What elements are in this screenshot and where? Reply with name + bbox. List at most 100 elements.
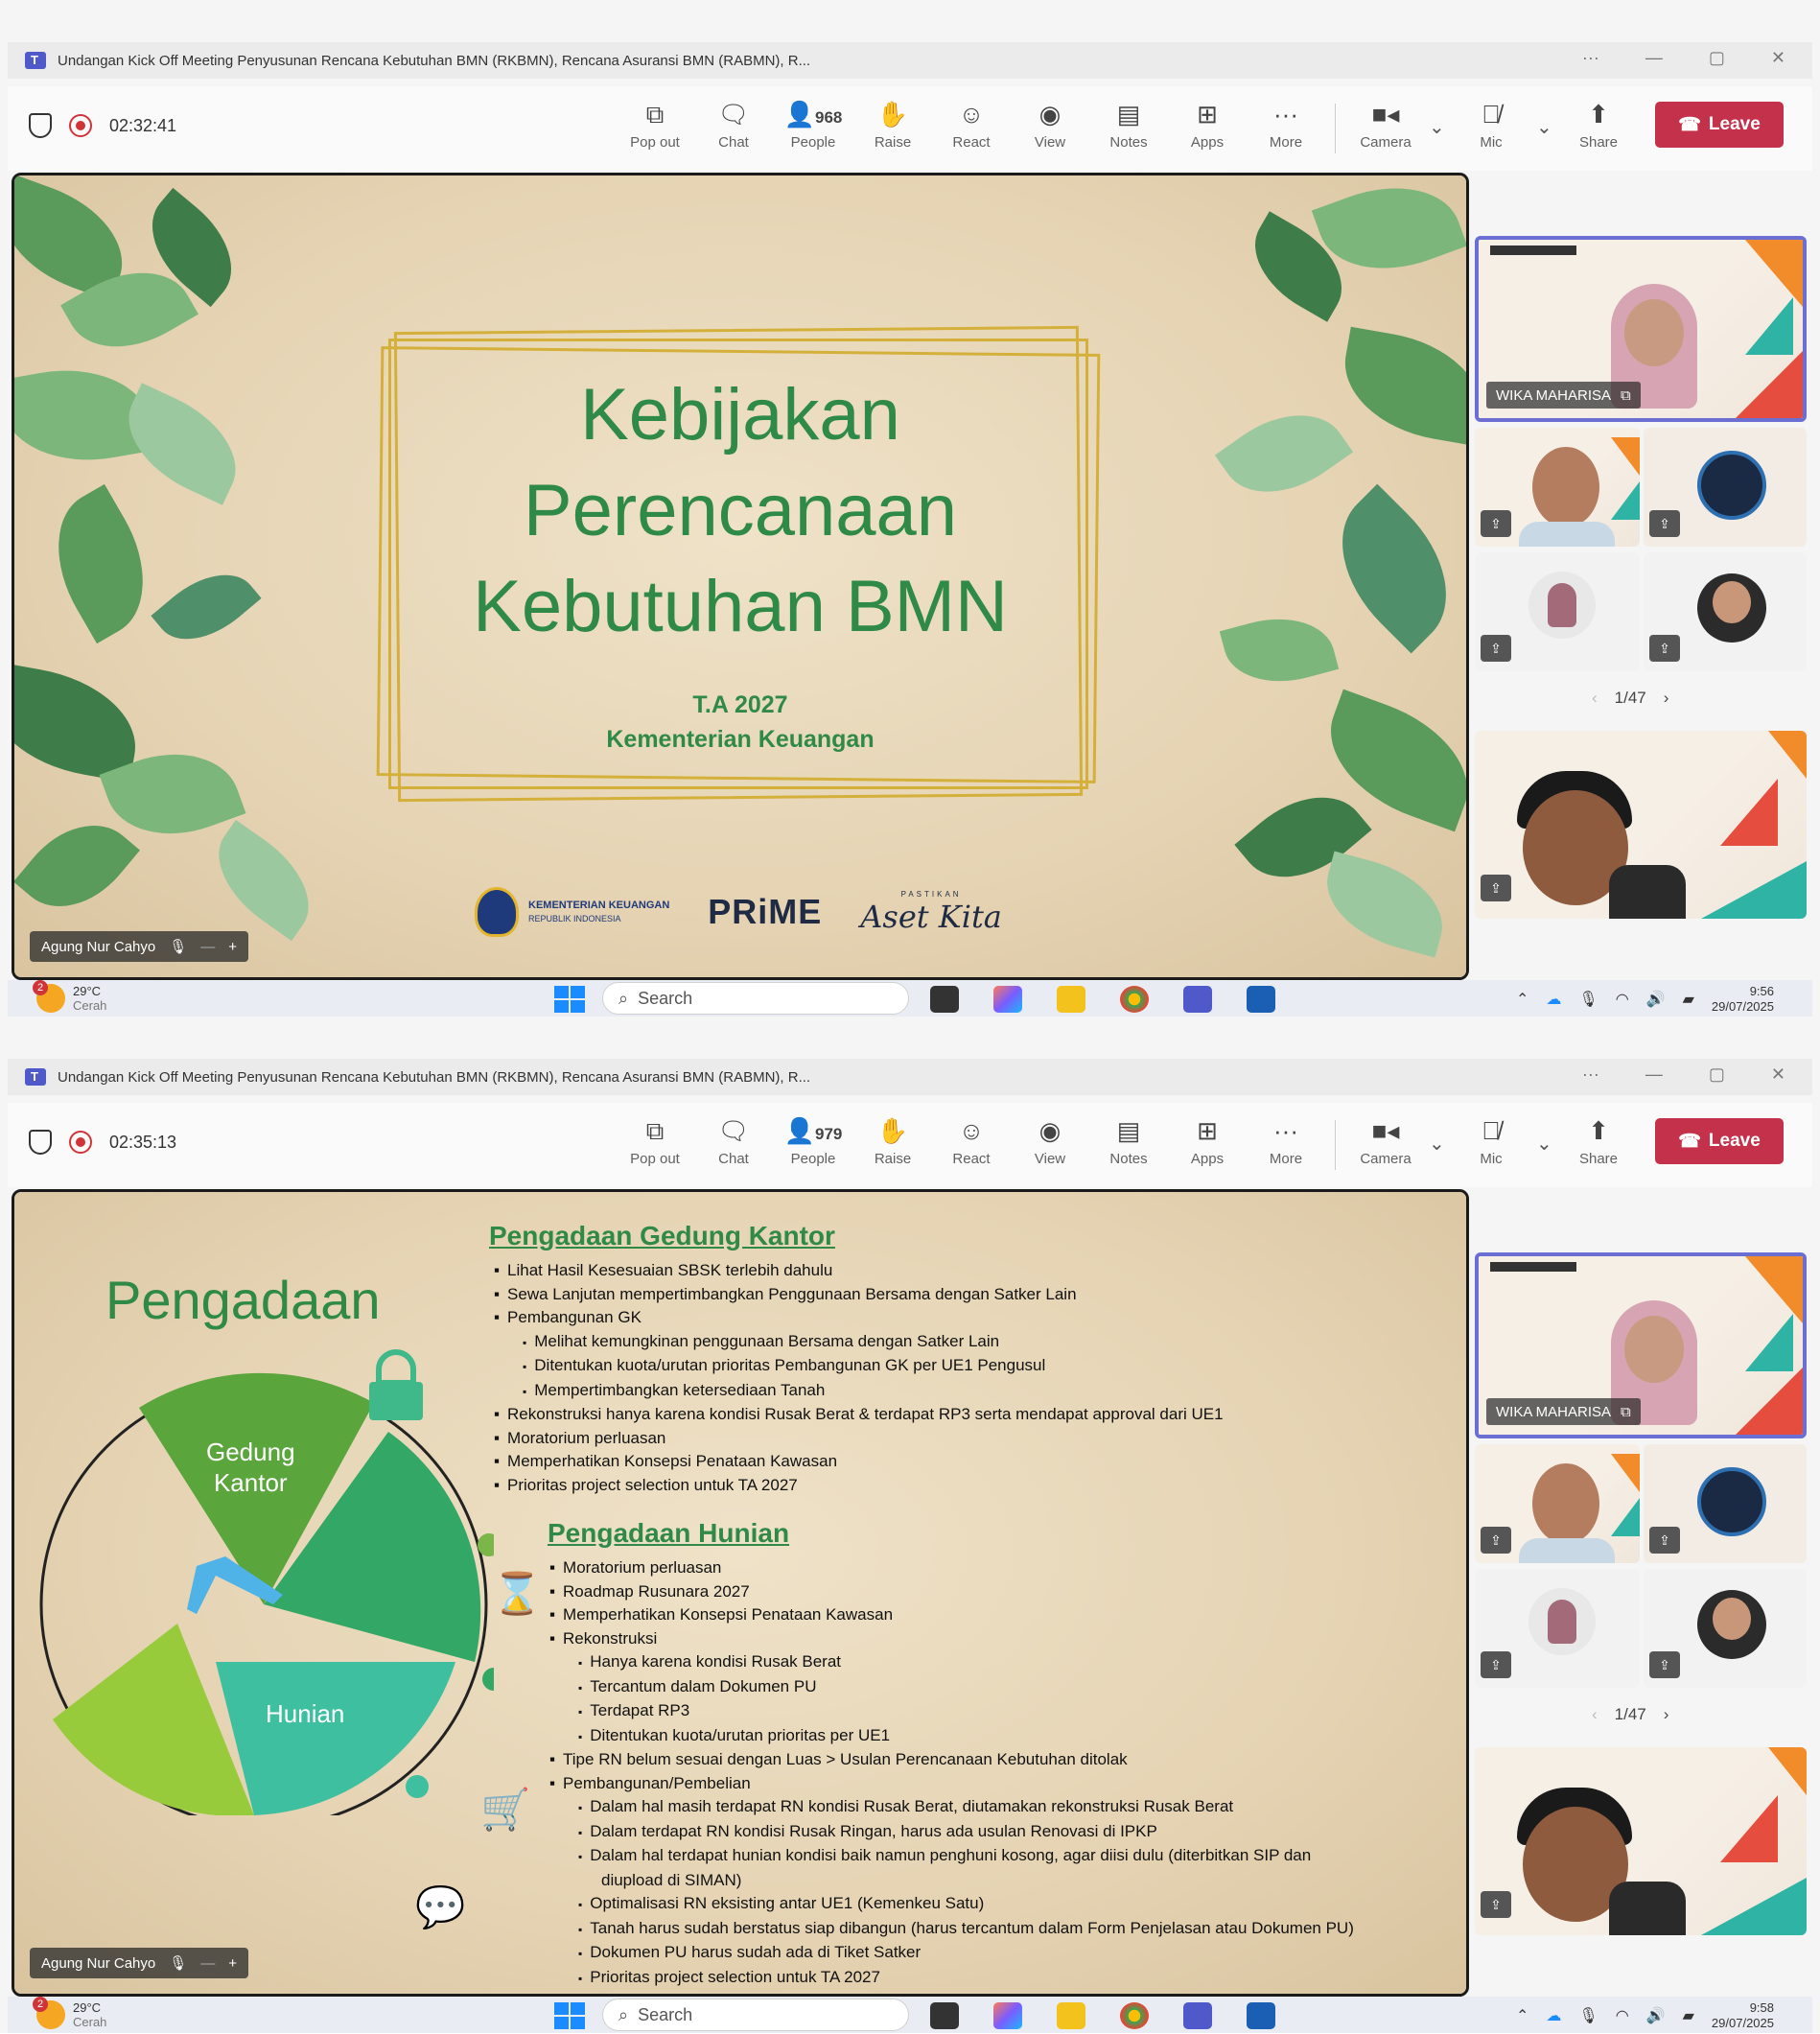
mic-muted-icon[interactable]: 🎙	[1578, 2006, 1598, 2025]
volume-icon[interactable]: 🔊	[1646, 990, 1666, 1009]
participant-tile[interactable]: ⇪	[1475, 731, 1807, 919]
weather-widget[interactable]: 2 29°C Cerah	[33, 1997, 106, 2029]
pin-icon[interactable]: ⇪	[1649, 635, 1680, 662]
copilot-icon[interactable]	[993, 986, 1022, 1013]
prev-page-button[interactable]: ‹	[1592, 1705, 1598, 1724]
shield-icon[interactable]	[29, 113, 52, 138]
copilot-icon[interactable]	[993, 2002, 1022, 2029]
notes-button[interactable]: ▤ Notes	[1095, 1114, 1162, 1167]
minimize-button[interactable]: —	[1645, 48, 1663, 68]
participant-tile-active[interactable]: WIKA MAHARISA ⧉	[1475, 1252, 1807, 1438]
tray-overflow-icon[interactable]: ⌃	[1516, 2006, 1528, 2025]
pin-icon[interactable]: ⇪	[1481, 875, 1511, 901]
people-button[interactable]: 👤979 People	[780, 1114, 847, 1167]
pin-icon[interactable]: ⇪	[1481, 1891, 1511, 1918]
more-button[interactable]: ··· More	[1252, 1114, 1319, 1167]
participant-tile[interactable]: ⇪	[1644, 552, 1807, 671]
outlook-icon[interactable]	[1247, 2002, 1275, 2029]
clock[interactable]: 9:56 29/07/2025	[1712, 984, 1774, 1015]
wifi-icon[interactable]: ◠	[1616, 990, 1629, 1009]
maximize-button[interactable]: ▢	[1709, 1064, 1725, 1085]
onedrive-icon[interactable]: ☁	[1546, 2006, 1561, 2025]
clock[interactable]: 9:58 29/07/2025	[1712, 2000, 1774, 2031]
raise-hand-button[interactable]: ✋ Raise	[859, 98, 926, 151]
popout-button[interactable]: ⧉ Pop out	[621, 1114, 688, 1167]
window-titlebar[interactable]: Undangan Kick Off Meeting Penyusunan Ren…	[8, 42, 1812, 79]
window-titlebar[interactable]: Undangan Kick Off Meeting Penyusunan Ren…	[8, 1059, 1812, 1095]
apps-button[interactable]: ⊞ Apps	[1174, 1114, 1241, 1167]
close-button[interactable]: ✕	[1771, 1064, 1785, 1085]
wifi-icon[interactable]: ◠	[1616, 2006, 1629, 2025]
pin-icon[interactable]: ⇪	[1481, 635, 1511, 662]
tray-overflow-icon[interactable]: ⌃	[1516, 990, 1528, 1009]
participant-tile[interactable]: ⇪	[1475, 428, 1640, 547]
next-page-button[interactable]: ›	[1664, 1705, 1669, 1724]
camera-button[interactable]: ■◂ Camera	[1352, 98, 1419, 151]
onedrive-icon[interactable]: ☁	[1546, 990, 1561, 1009]
participant-tile-active[interactable]: WIKA MAHARISA ⧉	[1475, 236, 1807, 422]
task-view-icon[interactable]	[930, 986, 959, 1013]
teams-taskbar-icon[interactable]	[1183, 986, 1212, 1013]
more-button[interactable]: ··· More	[1252, 98, 1319, 151]
camera-options-chevron-icon[interactable]: ⌄	[1429, 115, 1445, 139]
battery-icon[interactable]: ▰	[1683, 2006, 1694, 2025]
mic-button[interactable]: 🎙̸ Mic	[1458, 1114, 1525, 1167]
file-explorer-icon[interactable]	[1057, 986, 1085, 1013]
raise-hand-button[interactable]: ✋ Raise	[859, 1114, 926, 1167]
plus-icon[interactable]: +	[228, 1955, 237, 1972]
participant-tile[interactable]: ⇪	[1475, 1444, 1640, 1563]
chat-button[interactable]: 🗨 Chat	[700, 98, 767, 151]
file-explorer-icon[interactable]	[1057, 2002, 1085, 2029]
maximize-button[interactable]: ▢	[1709, 48, 1725, 68]
plus-icon[interactable]: +	[228, 939, 237, 955]
task-view-icon[interactable]	[930, 2002, 959, 2029]
view-button[interactable]: ◉ View	[1016, 98, 1084, 151]
react-button[interactable]: ☺ React	[938, 1114, 1005, 1167]
battery-icon[interactable]: ▰	[1683, 990, 1694, 1009]
participant-tile[interactable]: ⇪	[1644, 1569, 1807, 1688]
pin-icon[interactable]: ⇪	[1649, 1527, 1680, 1554]
close-button[interactable]: ✕	[1771, 48, 1785, 68]
leave-button[interactable]: ☎ Leave	[1655, 1118, 1784, 1164]
pin-icon[interactable]: ⇪	[1481, 510, 1511, 537]
camera-button[interactable]: ■◂ Camera	[1352, 1114, 1419, 1167]
prev-page-button[interactable]: ‹	[1592, 689, 1598, 708]
mic-options-chevron-icon[interactable]: ⌄	[1536, 1132, 1552, 1156]
participant-tile[interactable]: ⇪	[1475, 1569, 1640, 1688]
mic-button[interactable]: 🎙̸ Mic	[1458, 98, 1525, 151]
outlook-icon[interactable]	[1247, 986, 1275, 1013]
camera-options-chevron-icon[interactable]: ⌄	[1429, 1132, 1445, 1156]
windows-icon[interactable]	[554, 2002, 585, 2029]
pin-icon[interactable]: ⇪	[1649, 510, 1680, 537]
volume-icon[interactable]: 🔊	[1646, 2006, 1666, 2025]
minimize-button[interactable]: —	[1645, 1064, 1663, 1085]
chat-button[interactable]: 🗨 Chat	[700, 1114, 767, 1167]
pin-icon[interactable]: ⇪	[1481, 1527, 1511, 1554]
participant-tile[interactable]: ⇪	[1644, 1444, 1807, 1563]
taskbar-search[interactable]: ⌕ Search	[602, 1999, 909, 2031]
apps-button[interactable]: ⊞ Apps	[1174, 98, 1241, 151]
people-button[interactable]: 👤968 People	[780, 98, 847, 151]
shield-icon[interactable]	[29, 1130, 52, 1155]
chrome-icon[interactable]	[1120, 2002, 1149, 2029]
participant-tile[interactable]: ⇪	[1644, 428, 1807, 547]
more-window-icon[interactable]: ···	[1582, 48, 1599, 68]
taskbar-search[interactable]: ⌕ Search	[602, 982, 909, 1015]
more-window-icon[interactable]: ···	[1582, 1064, 1599, 1085]
teams-taskbar-icon[interactable]	[1183, 2002, 1212, 2029]
pin-icon[interactable]: ⇪	[1649, 1651, 1680, 1678]
share-button[interactable]: ⬆ Share	[1565, 1114, 1632, 1167]
mic-muted-icon[interactable]: 🎙	[1578, 990, 1598, 1009]
leave-button[interactable]: ☎ Leave	[1655, 102, 1784, 148]
participant-tile[interactable]: ⇪	[1475, 552, 1640, 671]
weather-widget[interactable]: 2 29°C Cerah	[33, 980, 106, 1013]
mic-options-chevron-icon[interactable]: ⌄	[1536, 115, 1552, 139]
view-button[interactable]: ◉ View	[1016, 1114, 1084, 1167]
share-button[interactable]: ⬆ Share	[1565, 98, 1632, 151]
next-page-button[interactable]: ›	[1664, 689, 1669, 708]
pin-icon[interactable]: ⇪	[1481, 1651, 1511, 1678]
notes-button[interactable]: ▤ Notes	[1095, 98, 1162, 151]
windows-icon[interactable]	[554, 986, 585, 1013]
popout-button[interactable]: ⧉ Pop out	[621, 98, 688, 151]
react-button[interactable]: ☺ React	[938, 98, 1005, 151]
